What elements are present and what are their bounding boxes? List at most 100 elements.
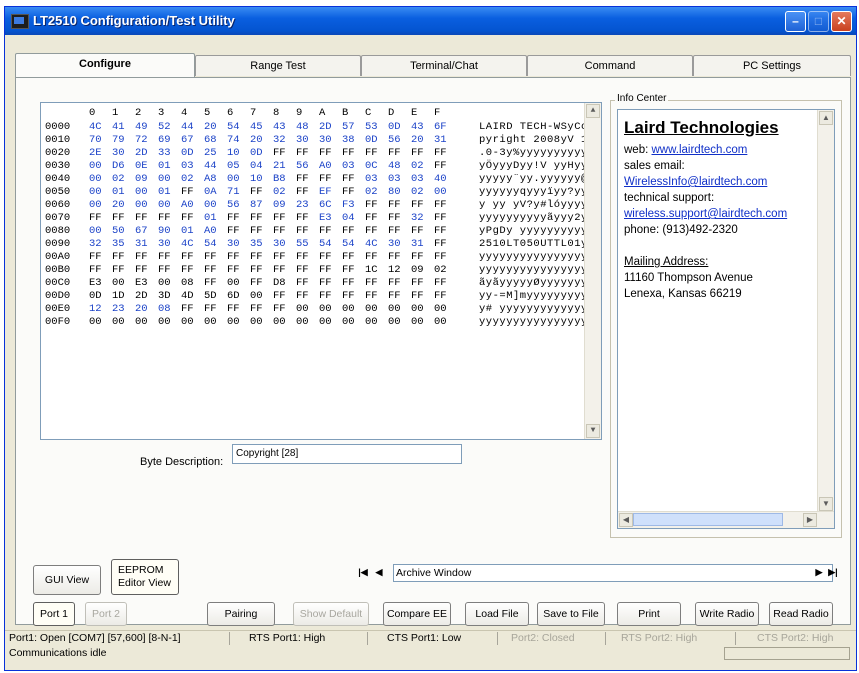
hex-byte[interactable]: 72 <box>135 134 158 147</box>
hex-editor[interactable]: 0 1 2 3 4 5 6 7 8 9 A B C D E F 0000 4C 41 49 52 44 20 54 45 43 48… <box>40 102 602 440</box>
hex-byte[interactable]: FF <box>273 225 296 238</box>
hex-byte[interactable]: 71 <box>227 186 250 199</box>
hex-byte[interactable]: 5D <box>204 290 227 303</box>
hex-byte[interactable]: FF <box>89 251 112 264</box>
eeprom-editor-view-button[interactable]: EEPROM Editor View <box>111 559 179 595</box>
hex-byte[interactable]: FF <box>273 147 296 160</box>
hex-row[interactable]: 0020 2E 30 2D 33 0D 25 10 0D FF FF FF FF FF FF FF FF <box>45 147 457 160</box>
hex-byte[interactable]: 00 <box>135 186 158 199</box>
hex-byte[interactable]: D6 <box>112 160 135 173</box>
hex-byte[interactable]: 00 <box>227 316 250 329</box>
hex-byte[interactable]: FF <box>89 212 112 225</box>
hex-byte[interactable]: FF <box>342 173 365 186</box>
hex-byte[interactable]: 00 <box>296 316 319 329</box>
info-vertical-scrollbar[interactable]: ▲ ▼ <box>817 110 834 512</box>
hex-byte[interactable]: 00 <box>319 316 342 329</box>
hex-byte[interactable]: 32 <box>89 238 112 251</box>
hex-byte[interactable]: 32 <box>411 212 434 225</box>
hex-byte[interactable]: FF <box>227 212 250 225</box>
hex-byte[interactable]: 01 <box>158 186 181 199</box>
hex-row[interactable]: 0000 4C 41 49 52 44 20 54 45 43 48 2D 57 53 0D 43 6F <box>45 121 457 134</box>
first-record-icon[interactable]: |◀ <box>357 565 369 579</box>
hex-byte[interactable]: 09 <box>273 199 296 212</box>
hex-byte[interactable]: FF <box>296 147 319 160</box>
hex-byte[interactable]: 20 <box>112 199 135 212</box>
hex-byte[interactable]: 00 <box>89 316 112 329</box>
hex-byte[interactable]: 49 <box>135 121 158 134</box>
hex-byte[interactable]: 35 <box>112 238 135 251</box>
hex-byte[interactable]: FF <box>273 212 296 225</box>
hex-byte[interactable]: FF <box>296 173 319 186</box>
hex-byte[interactable]: FF <box>342 147 365 160</box>
hex-byte[interactable]: FF <box>181 303 204 316</box>
hex-row[interactable]: 00F0 00 00 00 00 00 00 00 00 00 00 00 00 00 00 00 00 <box>45 316 457 329</box>
hex-byte[interactable]: FF <box>158 264 181 277</box>
gui-view-button[interactable]: GUI View <box>33 565 101 595</box>
hex-byte[interactable]: 3D <box>158 290 181 303</box>
scroll-up-icon[interactable]: ▲ <box>819 111 833 125</box>
hex-byte[interactable]: 02 <box>181 173 204 186</box>
hex-byte[interactable]: FF <box>135 212 158 225</box>
hex-byte[interactable]: A0 <box>181 199 204 212</box>
save-to-file-button[interactable]: Save to File <box>537 602 605 626</box>
hex-byte[interactable]: 02 <box>273 186 296 199</box>
hex-byte[interactable]: 01 <box>181 225 204 238</box>
hex-byte[interactable]: 48 <box>388 160 411 173</box>
hex-byte[interactable]: 56 <box>227 199 250 212</box>
hex-row[interactable]: 00E0 12 23 20 08 FF FF FF FF FF 00 00 00 00 00 00 00 <box>45 303 457 316</box>
hex-byte[interactable]: FF <box>135 251 158 264</box>
hex-byte[interactable]: 20 <box>250 134 273 147</box>
hex-byte[interactable]: FF <box>411 147 434 160</box>
hex-byte[interactable]: 10 <box>227 147 250 160</box>
hex-byte[interactable]: FF <box>250 186 273 199</box>
hex-byte[interactable]: 74 <box>227 134 250 147</box>
hex-byte[interactable]: 55 <box>296 238 319 251</box>
hex-row[interactable]: 0060 00 20 00 00 A0 00 56 87 09 23 6C F3 FF FF FF FF <box>45 199 457 212</box>
hex-byte[interactable]: FF <box>365 251 388 264</box>
hex-byte[interactable]: E3 <box>89 277 112 290</box>
hex-byte[interactable]: FF <box>411 199 434 212</box>
hex-byte[interactable]: FF <box>296 212 319 225</box>
hex-byte[interactable]: 12 <box>388 264 411 277</box>
hex-byte[interactable]: 6F <box>434 121 457 134</box>
hex-byte[interactable]: FF <box>250 212 273 225</box>
compare-ee-button[interactable]: Compare EE <box>383 602 451 626</box>
hex-byte[interactable]: 57 <box>342 121 365 134</box>
hex-byte[interactable]: FF <box>273 264 296 277</box>
hex-byte[interactable]: FF <box>434 225 457 238</box>
hex-byte[interactable]: 02 <box>112 173 135 186</box>
hex-byte[interactable]: F3 <box>342 199 365 212</box>
hex-byte[interactable]: 00 <box>434 186 457 199</box>
print-button[interactable]: Print <box>617 602 681 626</box>
hex-byte[interactable]: 08 <box>158 303 181 316</box>
hex-row[interactable]: 0090 32 35 31 30 4C 54 30 35 30 55 54 54 4C 30 31 FF <box>45 238 457 251</box>
hex-byte[interactable]: 54 <box>204 238 227 251</box>
hex-byte[interactable]: FF <box>227 225 250 238</box>
hex-byte[interactable]: 21 <box>273 160 296 173</box>
hex-vertical-scrollbar[interactable]: ▲ ▼ <box>584 103 601 439</box>
maximize-button[interactable]: □ <box>808 11 829 32</box>
hex-byte[interactable]: 67 <box>181 134 204 147</box>
hex-row[interactable]: 00B0 FF FF FF FF FF FF FF FF FF FF FF FF 1C 12 09 02 <box>45 264 457 277</box>
hex-byte[interactable]: 44 <box>181 121 204 134</box>
hex-byte[interactable]: 32 <box>273 134 296 147</box>
hex-byte[interactable]: FF <box>250 225 273 238</box>
hex-byte[interactable]: FF <box>181 186 204 199</box>
hex-byte[interactable]: FF <box>388 199 411 212</box>
hex-byte[interactable]: 00 <box>158 199 181 212</box>
support-email-link[interactable]: wireless.support@lairdtech.com <box>624 208 787 220</box>
hex-byte[interactable]: 09 <box>135 173 158 186</box>
hex-byte[interactable]: 08 <box>181 277 204 290</box>
hex-byte[interactable]: FF <box>89 264 112 277</box>
hex-byte[interactable]: FF <box>181 264 204 277</box>
hex-byte[interactable]: 00 <box>112 316 135 329</box>
hex-byte[interactable]: 00 <box>296 303 319 316</box>
hex-byte[interactable]: 00 <box>273 316 296 329</box>
hex-byte[interactable]: 02 <box>434 264 457 277</box>
hex-byte[interactable]: FF <box>388 212 411 225</box>
hex-byte[interactable]: FF <box>181 251 204 264</box>
hex-byte[interactable]: 4C <box>181 238 204 251</box>
hex-byte[interactable]: FF <box>204 251 227 264</box>
hex-byte[interactable]: 04 <box>342 212 365 225</box>
hex-byte[interactable]: 01 <box>204 212 227 225</box>
